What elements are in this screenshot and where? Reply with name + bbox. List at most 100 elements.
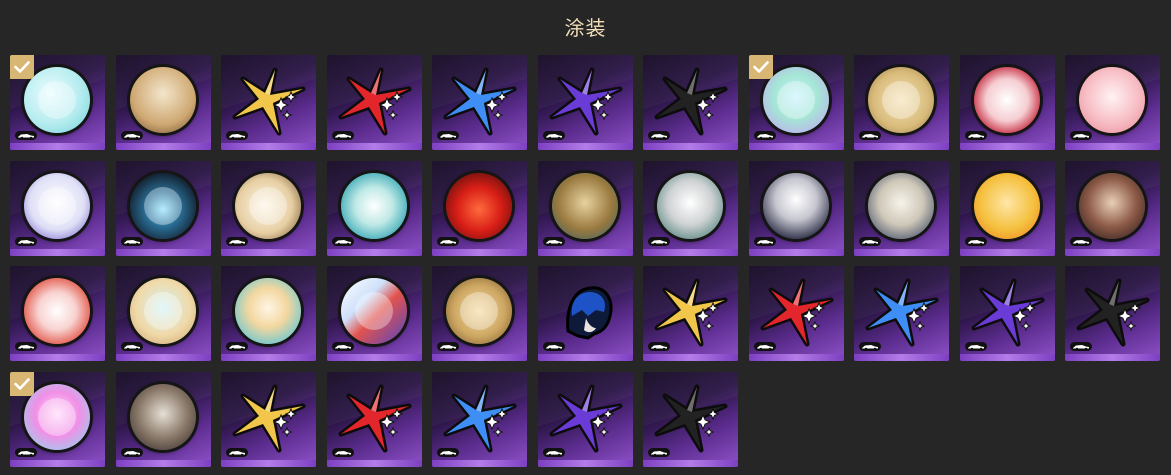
livery-tile[interactable]	[326, 160, 422, 256]
livery-badge-icon	[973, 172, 1040, 239]
livery-tile[interactable]	[537, 371, 633, 467]
vehicle-icon	[226, 342, 248, 351]
livery-tile[interactable]	[10, 160, 105, 256]
livery-tile[interactable]	[643, 371, 738, 467]
livery-badge-icon	[762, 172, 829, 239]
livery-tile[interactable]	[432, 371, 527, 467]
livery-tile[interactable]	[326, 371, 422, 467]
livery-tile[interactable]	[1065, 160, 1160, 256]
livery-tile[interactable]	[432, 55, 527, 150]
checkmark-icon	[748, 55, 773, 79]
sparkle-emblem-icon	[865, 278, 939, 347]
vehicle-icon	[753, 342, 776, 351]
livery-tile[interactable]	[432, 160, 527, 256]
vehicle-icon	[331, 447, 354, 457]
checkmark-icon	[10, 55, 34, 79]
livery-tile[interactable]	[326, 266, 422, 361]
sparkle-emblem-icon	[232, 67, 306, 136]
livery-badge-icon	[24, 172, 90, 239]
vehicle-icon	[226, 236, 248, 246]
sparkle-emblem-icon	[443, 67, 517, 136]
livery-tile[interactable]	[432, 266, 527, 361]
livery-tile[interactable]	[221, 266, 316, 361]
livery-badge-icon	[1079, 67, 1145, 133]
livery-badge-icon	[24, 67, 90, 133]
livery-grid	[10, 55, 1160, 467]
livery-tile[interactable]	[1065, 266, 1160, 361]
vehicle-icon	[753, 131, 776, 140]
vehicle-icon	[331, 236, 354, 246]
livery-tile[interactable]	[537, 266, 633, 361]
vehicle-icon	[753, 236, 776, 246]
character-silhouette-icon	[565, 286, 612, 340]
livery-tile[interactable]	[643, 55, 738, 150]
vehicle-icon	[648, 342, 670, 351]
livery-tile[interactable]	[854, 55, 949, 150]
vehicle-icon	[120, 131, 143, 140]
vehicle-icon	[15, 236, 37, 246]
sparkle-emblem-icon	[1076, 278, 1150, 347]
livery-tile[interactable]	[959, 55, 1055, 150]
livery-tile[interactable]	[643, 160, 738, 256]
livery-tile[interactable]	[1065, 55, 1160, 150]
sparkle-emblem-icon	[654, 67, 728, 136]
vehicle-icon	[15, 342, 37, 351]
livery-tile[interactable]	[115, 160, 211, 256]
sparkle-emblem-icon	[232, 384, 306, 452]
livery-tile[interactable]	[10, 55, 105, 150]
livery-tile[interactable]	[326, 55, 422, 150]
vehicle-icon	[437, 447, 459, 457]
vehicle-icon	[437, 131, 459, 140]
livery-tile[interactable]	[854, 266, 949, 361]
livery-tile[interactable]	[643, 266, 738, 361]
sparkle-emblem-icon	[338, 67, 411, 136]
vehicle-icon	[542, 342, 565, 351]
checkmark-icon	[10, 371, 34, 396]
sparkle-emblem-icon	[760, 278, 833, 347]
vehicle-icon	[15, 131, 37, 140]
livery-tile[interactable]	[115, 266, 211, 361]
livery-tile[interactable]	[537, 160, 633, 256]
livery-badge-icon	[340, 172, 407, 239]
sparkle-emblem-icon	[443, 384, 517, 452]
livery-tile[interactable]	[115, 55, 211, 150]
livery-badge-icon	[868, 67, 934, 133]
livery-tile[interactable]	[10, 371, 105, 467]
livery-tile[interactable]	[537, 55, 633, 150]
vehicle-icon	[648, 447, 670, 457]
livery-badge-icon	[235, 172, 301, 239]
livery-badge-icon	[129, 67, 196, 133]
livery-tile[interactable]	[221, 55, 316, 150]
livery-tile[interactable]	[959, 266, 1055, 361]
livery-tile[interactable]	[10, 266, 105, 361]
vehicle-icon	[437, 236, 459, 246]
vehicle-icon	[331, 342, 354, 351]
livery-badge-icon	[24, 278, 90, 344]
vehicle-icon	[648, 131, 670, 140]
livery-tile[interactable]	[748, 160, 844, 256]
vehicle-icon	[648, 236, 670, 246]
livery-badge-icon	[657, 172, 723, 239]
livery-tile[interactable]	[748, 266, 844, 361]
livery-badge-icon	[129, 172, 196, 239]
vehicle-icon	[964, 342, 987, 351]
livery-tile[interactable]	[221, 371, 316, 467]
livery-tile[interactable]	[115, 371, 211, 467]
sparkle-emblem-icon	[971, 278, 1044, 347]
livery-tile[interactable]	[959, 160, 1055, 256]
sparkle-emblem-icon	[549, 67, 622, 136]
livery-badge-icon	[235, 278, 301, 344]
livery-tile[interactable]	[854, 160, 949, 256]
vehicle-icon	[859, 236, 881, 246]
vehicle-icon	[120, 236, 143, 246]
livery-badge-icon	[446, 172, 512, 239]
livery-tile[interactable]	[221, 160, 316, 256]
vehicle-icon	[1070, 342, 1092, 351]
sparkle-emblem-icon	[654, 278, 728, 347]
livery-tile[interactable]	[748, 55, 844, 150]
livery-badge-icon	[868, 172, 934, 239]
vehicle-icon	[120, 447, 143, 457]
vehicle-icon	[437, 342, 459, 351]
vehicle-icon	[964, 236, 987, 246]
vehicle-icon	[964, 131, 987, 140]
